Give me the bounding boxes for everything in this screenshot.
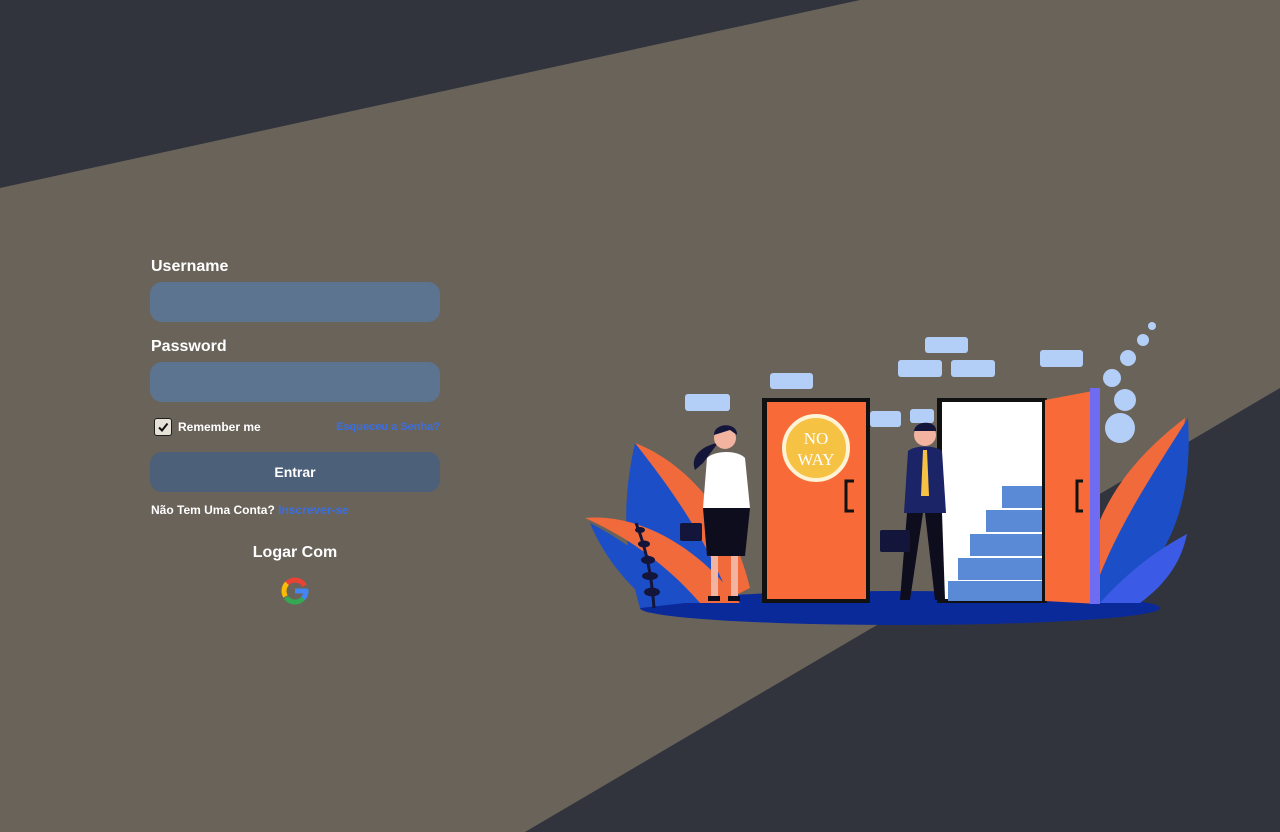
- sign-text-line2: WAY: [797, 450, 834, 469]
- signup-link[interactable]: Inscrever-se: [278, 503, 349, 517]
- no-account-text: Não Tem Uma Conta?: [151, 503, 275, 517]
- man-figure: [880, 422, 946, 600]
- signup-row: Não Tem Uma Conta? Inscrever-se: [151, 503, 440, 517]
- no-way-illustration: NO WAY: [585, 322, 1189, 625]
- sign-text-line1: NO: [804, 429, 829, 448]
- password-input[interactable]: [150, 362, 440, 402]
- decorative-swirl: [1103, 322, 1156, 443]
- right-door-edge: [1090, 388, 1100, 604]
- google-icon[interactable]: [278, 574, 312, 608]
- username-input[interactable]: [150, 282, 440, 322]
- check-icon: [158, 422, 169, 433]
- remember-checkbox[interactable]: [154, 418, 172, 436]
- login-form: Username Password Remember me Esqueceu a…: [150, 258, 440, 608]
- social-login-title: Logar Com: [252, 544, 338, 561]
- remember-label: Remember me: [178, 420, 261, 434]
- password-label: Password: [151, 338, 227, 355]
- no-way-sign: [782, 414, 850, 482]
- remember-me[interactable]: Remember me: [150, 418, 261, 436]
- username-label: Username: [151, 258, 229, 275]
- options-row: Remember me Esqueceu a Senha?: [150, 418, 440, 436]
- forgot-password-link[interactable]: Esqueceu a Senha?: [336, 421, 440, 433]
- login-button[interactable]: Entrar: [150, 452, 440, 492]
- top-dark-band: [0, 0, 860, 188]
